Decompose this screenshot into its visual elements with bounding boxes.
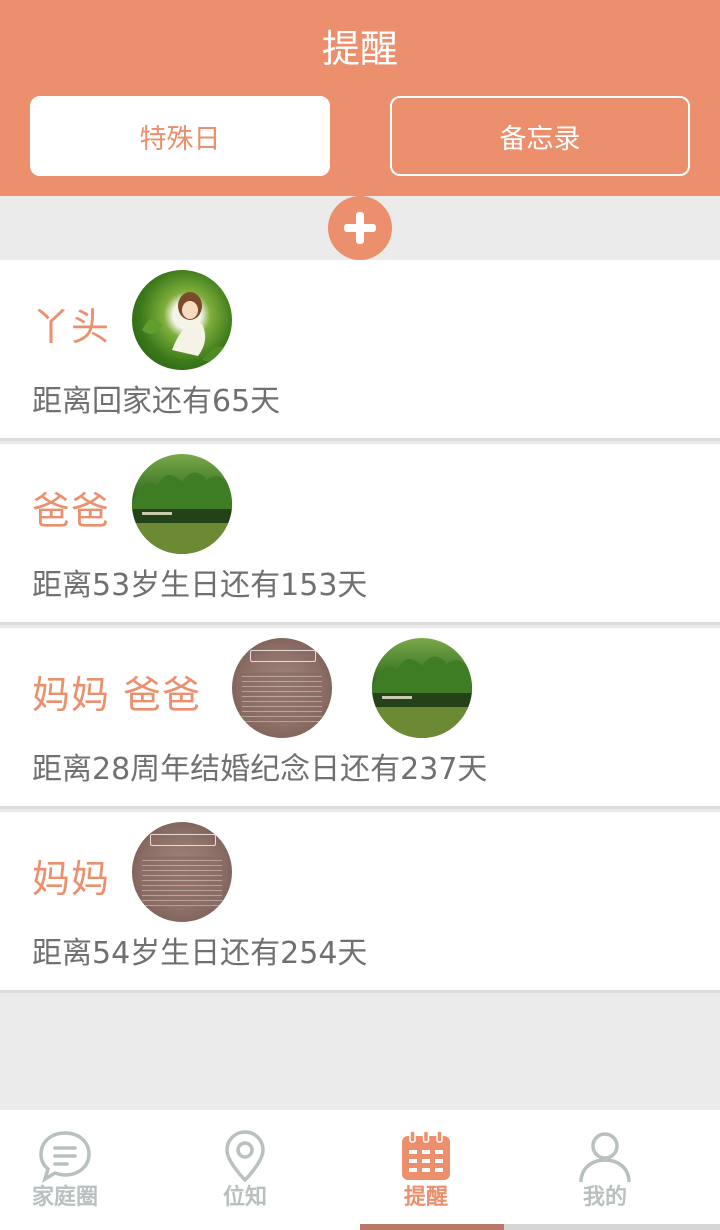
avatar: [132, 454, 232, 554]
lake-photo-icon: [372, 656, 472, 738]
tab-memo[interactable]: 备忘录: [390, 96, 690, 176]
reminder-card[interactable]: 爸爸 距离53岁生日还有153天: [0, 444, 720, 625]
person-icon: [579, 1132, 631, 1183]
reminder-message: 距离54岁生日还有254天: [32, 936, 368, 971]
avatar: [132, 270, 232, 370]
tab-reminder[interactable]: 提醒: [336, 1110, 516, 1230]
avatar: [132, 822, 232, 922]
tab-special-days-label: 特殊日: [139, 123, 221, 155]
tab-memo-label: 备忘录: [499, 123, 581, 155]
reminder-message: 距离回家还有65天: [32, 384, 281, 419]
active-tab-indicator: [360, 1224, 504, 1230]
reminder-name: 爸爸: [32, 489, 111, 533]
reminder-card[interactable]: 丫头 距离回家还有65天: [0, 260, 720, 441]
bottom-tab-bar: 家庭圈 位知 提醒 我的: [0, 1110, 720, 1230]
avatar: [372, 638, 472, 738]
reminder-message: 距离28周年结婚纪念日还有237天: [32, 752, 488, 787]
chat-bubble-icon: [39, 1131, 91, 1183]
reminder-name: 妈妈 爸爸: [32, 673, 202, 717]
avatar: [232, 638, 332, 738]
tab-special-days[interactable]: 特殊日: [30, 96, 330, 176]
reminder-card[interactable]: 妈妈 距离54岁生日还有254天: [0, 812, 720, 993]
tab-mine-label: 我的: [582, 1185, 627, 1210]
girl-photo-icon: [142, 292, 228, 362]
tab-location[interactable]: 位知: [155, 1110, 335, 1230]
tab-location-label: 位知: [222, 1185, 267, 1210]
reminder-message: 距离53岁生日还有153天: [32, 568, 368, 603]
header: 提醒 特殊日 备忘录: [0, 0, 720, 196]
add-reminder-button[interactable]: [328, 196, 392, 260]
reminder-name: 妈妈: [32, 857, 111, 901]
calendar-icon: [402, 1130, 450, 1180]
tab-family-circle[interactable]: 家庭圈: [0, 1110, 155, 1230]
tab-family-circle-label: 家庭圈: [31, 1185, 98, 1210]
reminder-list: 丫头 距离回家还有65天 爸爸 距离53岁生日还有153天 妈妈 爸爸 距离28…: [0, 260, 720, 993]
tab-mine[interactable]: 我的: [515, 1110, 695, 1230]
reminder-name: 丫头: [32, 305, 111, 349]
tab-reminder-label: 提醒: [403, 1185, 448, 1210]
location-pin-icon: [225, 1130, 265, 1183]
tab-indicator-track: [504, 1224, 720, 1230]
lake-photo-icon: [132, 472, 232, 554]
plus-icon: [344, 212, 376, 244]
page-title: 提醒: [321, 27, 398, 71]
reminder-card[interactable]: 妈妈 爸爸 距离28周年结婚纪念日还有237天: [0, 628, 720, 809]
